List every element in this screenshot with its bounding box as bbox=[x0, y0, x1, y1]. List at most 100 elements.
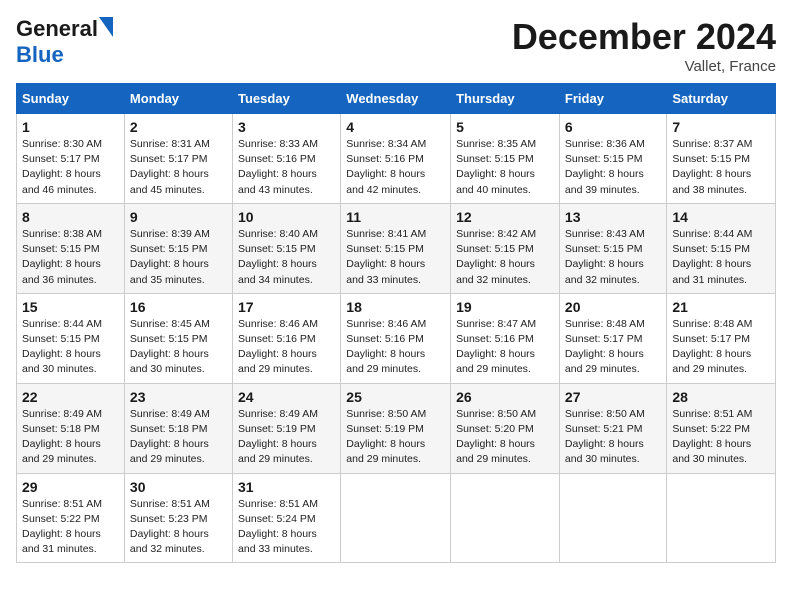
calendar-cell bbox=[451, 473, 560, 563]
day-number: 16 bbox=[130, 299, 227, 315]
day-number: 23 bbox=[130, 389, 227, 405]
calendar-table: SundayMondayTuesdayWednesdayThursdayFrid… bbox=[16, 83, 776, 563]
calendar-cell: 23 Sunrise: 8:49 AMSunset: 5:18 PMDaylig… bbox=[124, 383, 232, 473]
day-number: 1 bbox=[22, 119, 119, 135]
day-info: Sunrise: 8:34 AMSunset: 5:16 PMDaylight:… bbox=[346, 138, 426, 196]
day-number: 29 bbox=[22, 479, 119, 495]
day-number: 14 bbox=[672, 209, 770, 225]
day-number: 3 bbox=[238, 119, 335, 135]
calendar-cell: 28 Sunrise: 8:51 AMSunset: 5:22 PMDaylig… bbox=[667, 383, 776, 473]
calendar-header-row: SundayMondayTuesdayWednesdayThursdayFrid… bbox=[17, 84, 776, 114]
day-number: 24 bbox=[238, 389, 335, 405]
calendar-cell: 8 Sunrise: 8:38 AMSunset: 5:15 PMDayligh… bbox=[17, 203, 125, 293]
day-info: Sunrise: 8:50 AMSunset: 5:20 PMDaylight:… bbox=[456, 408, 536, 466]
calendar-cell: 20 Sunrise: 8:48 AMSunset: 5:17 PMDaylig… bbox=[559, 293, 666, 383]
calendar-cell: 14 Sunrise: 8:44 AMSunset: 5:15 PMDaylig… bbox=[667, 203, 776, 293]
day-info: Sunrise: 8:47 AMSunset: 5:16 PMDaylight:… bbox=[456, 318, 536, 376]
day-info: Sunrise: 8:41 AMSunset: 5:15 PMDaylight:… bbox=[346, 228, 426, 286]
calendar-week-row: 1 Sunrise: 8:30 AMSunset: 5:17 PMDayligh… bbox=[17, 114, 776, 204]
weekday-header-thursday: Thursday bbox=[451, 84, 560, 114]
day-number: 15 bbox=[22, 299, 119, 315]
day-number: 28 bbox=[672, 389, 770, 405]
day-info: Sunrise: 8:33 AMSunset: 5:16 PMDaylight:… bbox=[238, 138, 318, 196]
day-info: Sunrise: 8:48 AMSunset: 5:17 PMDaylight:… bbox=[565, 318, 645, 376]
weekday-header-tuesday: Tuesday bbox=[233, 84, 341, 114]
day-number: 26 bbox=[456, 389, 554, 405]
calendar-cell bbox=[559, 473, 666, 563]
calendar-week-row: 22 Sunrise: 8:49 AMSunset: 5:18 PMDaylig… bbox=[17, 383, 776, 473]
weekday-header-sunday: Sunday bbox=[17, 84, 125, 114]
calendar-cell: 3 Sunrise: 8:33 AMSunset: 5:16 PMDayligh… bbox=[233, 114, 341, 204]
day-number: 5 bbox=[456, 119, 554, 135]
day-number: 13 bbox=[565, 209, 661, 225]
calendar-cell: 22 Sunrise: 8:49 AMSunset: 5:18 PMDaylig… bbox=[17, 383, 125, 473]
day-info: Sunrise: 8:49 AMSunset: 5:19 PMDaylight:… bbox=[238, 408, 318, 466]
calendar-week-row: 29 Sunrise: 8:51 AMSunset: 5:22 PMDaylig… bbox=[17, 473, 776, 563]
calendar-cell: 21 Sunrise: 8:48 AMSunset: 5:17 PMDaylig… bbox=[667, 293, 776, 383]
day-info: Sunrise: 8:51 AMSunset: 5:22 PMDaylight:… bbox=[672, 408, 752, 466]
day-number: 27 bbox=[565, 389, 661, 405]
calendar-body: 1 Sunrise: 8:30 AMSunset: 5:17 PMDayligh… bbox=[17, 114, 776, 563]
location: Vallet, France bbox=[512, 58, 776, 75]
calendar-cell: 25 Sunrise: 8:50 AMSunset: 5:19 PMDaylig… bbox=[341, 383, 451, 473]
calendar-cell: 24 Sunrise: 8:49 AMSunset: 5:19 PMDaylig… bbox=[233, 383, 341, 473]
day-info: Sunrise: 8:45 AMSunset: 5:15 PMDaylight:… bbox=[130, 318, 210, 376]
calendar-cell: 10 Sunrise: 8:40 AMSunset: 5:15 PMDaylig… bbox=[233, 203, 341, 293]
day-info: Sunrise: 8:38 AMSunset: 5:15 PMDaylight:… bbox=[22, 228, 102, 286]
calendar-week-row: 8 Sunrise: 8:38 AMSunset: 5:15 PMDayligh… bbox=[17, 203, 776, 293]
day-info: Sunrise: 8:44 AMSunset: 5:15 PMDaylight:… bbox=[22, 318, 102, 376]
calendar-cell: 5 Sunrise: 8:35 AMSunset: 5:15 PMDayligh… bbox=[451, 114, 560, 204]
calendar-cell: 6 Sunrise: 8:36 AMSunset: 5:15 PMDayligh… bbox=[559, 114, 666, 204]
weekday-header-monday: Monday bbox=[124, 84, 232, 114]
day-number: 21 bbox=[672, 299, 770, 315]
calendar-cell: 13 Sunrise: 8:43 AMSunset: 5:15 PMDaylig… bbox=[559, 203, 666, 293]
day-info: Sunrise: 8:39 AMSunset: 5:15 PMDaylight:… bbox=[130, 228, 210, 286]
page-header: General Blue December 2024 Vallet, Franc… bbox=[16, 16, 776, 75]
day-info: Sunrise: 8:49 AMSunset: 5:18 PMDaylight:… bbox=[22, 408, 102, 466]
day-info: Sunrise: 8:48 AMSunset: 5:17 PMDaylight:… bbox=[672, 318, 752, 376]
calendar-cell: 18 Sunrise: 8:46 AMSunset: 5:16 PMDaylig… bbox=[341, 293, 451, 383]
day-number: 9 bbox=[130, 209, 227, 225]
logo-triangle-icon bbox=[99, 17, 113, 37]
calendar-cell bbox=[341, 473, 451, 563]
day-info: Sunrise: 8:50 AMSunset: 5:21 PMDaylight:… bbox=[565, 408, 645, 466]
calendar-cell: 26 Sunrise: 8:50 AMSunset: 5:20 PMDaylig… bbox=[451, 383, 560, 473]
day-info: Sunrise: 8:31 AMSunset: 5:17 PMDaylight:… bbox=[130, 138, 210, 196]
day-number: 2 bbox=[130, 119, 227, 135]
calendar-cell: 15 Sunrise: 8:44 AMSunset: 5:15 PMDaylig… bbox=[17, 293, 125, 383]
day-number: 22 bbox=[22, 389, 119, 405]
day-number: 19 bbox=[456, 299, 554, 315]
day-info: Sunrise: 8:50 AMSunset: 5:19 PMDaylight:… bbox=[346, 408, 426, 466]
calendar-cell: 27 Sunrise: 8:50 AMSunset: 5:21 PMDaylig… bbox=[559, 383, 666, 473]
calendar-cell: 1 Sunrise: 8:30 AMSunset: 5:17 PMDayligh… bbox=[17, 114, 125, 204]
calendar-cell: 11 Sunrise: 8:41 AMSunset: 5:15 PMDaylig… bbox=[341, 203, 451, 293]
calendar-cell: 19 Sunrise: 8:47 AMSunset: 5:16 PMDaylig… bbox=[451, 293, 560, 383]
calendar-cell: 29 Sunrise: 8:51 AMSunset: 5:22 PMDaylig… bbox=[17, 473, 125, 563]
weekday-header-saturday: Saturday bbox=[667, 84, 776, 114]
title-area: December 2024 Vallet, France bbox=[512, 16, 776, 75]
calendar-cell: 4 Sunrise: 8:34 AMSunset: 5:16 PMDayligh… bbox=[341, 114, 451, 204]
calendar-cell: 31 Sunrise: 8:51 AMSunset: 5:24 PMDaylig… bbox=[233, 473, 341, 563]
day-number: 25 bbox=[346, 389, 445, 405]
day-number: 20 bbox=[565, 299, 661, 315]
calendar-cell: 7 Sunrise: 8:37 AMSunset: 5:15 PMDayligh… bbox=[667, 114, 776, 204]
day-number: 6 bbox=[565, 119, 661, 135]
day-number: 31 bbox=[238, 479, 335, 495]
logo: General Blue bbox=[16, 16, 114, 68]
day-info: Sunrise: 8:46 AMSunset: 5:16 PMDaylight:… bbox=[238, 318, 318, 376]
weekday-header-friday: Friday bbox=[559, 84, 666, 114]
day-info: Sunrise: 8:37 AMSunset: 5:15 PMDaylight:… bbox=[672, 138, 752, 196]
day-info: Sunrise: 8:51 AMSunset: 5:23 PMDaylight:… bbox=[130, 498, 210, 556]
day-info: Sunrise: 8:42 AMSunset: 5:15 PMDaylight:… bbox=[456, 228, 536, 286]
day-info: Sunrise: 8:51 AMSunset: 5:22 PMDaylight:… bbox=[22, 498, 102, 556]
calendar-cell: 2 Sunrise: 8:31 AMSunset: 5:17 PMDayligh… bbox=[124, 114, 232, 204]
calendar-cell: 30 Sunrise: 8:51 AMSunset: 5:23 PMDaylig… bbox=[124, 473, 232, 563]
month-title: December 2024 bbox=[512, 16, 776, 58]
day-number: 17 bbox=[238, 299, 335, 315]
day-info: Sunrise: 8:46 AMSunset: 5:16 PMDaylight:… bbox=[346, 318, 426, 376]
day-info: Sunrise: 8:36 AMSunset: 5:15 PMDaylight:… bbox=[565, 138, 645, 196]
day-number: 10 bbox=[238, 209, 335, 225]
day-info: Sunrise: 8:43 AMSunset: 5:15 PMDaylight:… bbox=[565, 228, 645, 286]
day-number: 30 bbox=[130, 479, 227, 495]
day-info: Sunrise: 8:40 AMSunset: 5:15 PMDaylight:… bbox=[238, 228, 318, 286]
